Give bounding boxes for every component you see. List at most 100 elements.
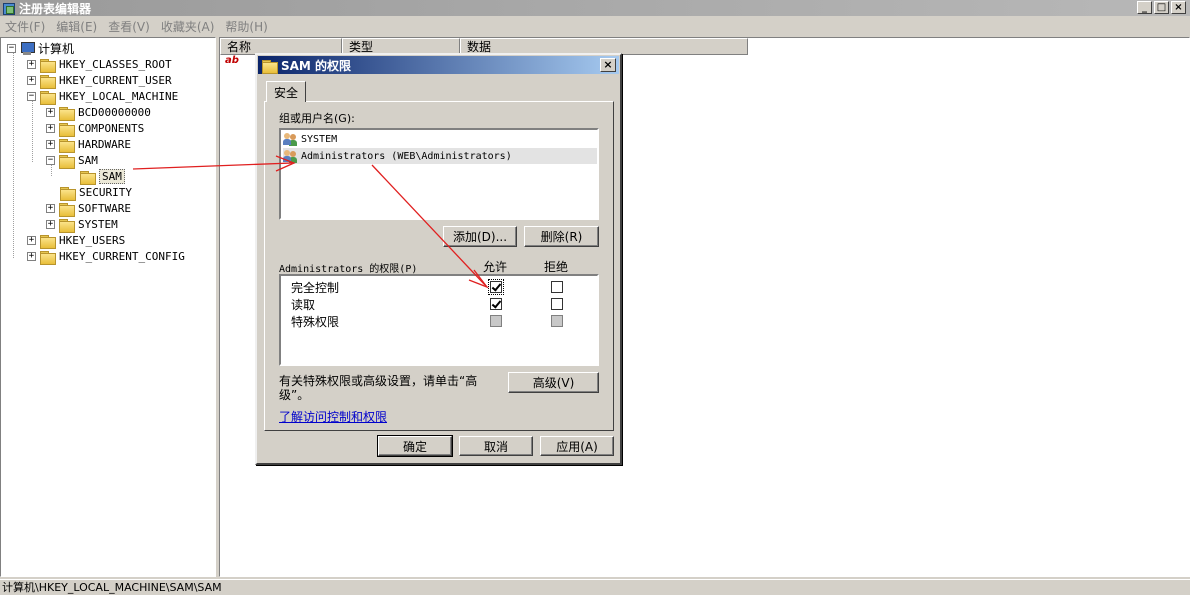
expand-icon[interactable]: +: [46, 219, 55, 229]
dialog-title-bar[interactable]: SAM 的权限 ×: [258, 56, 619, 74]
folder-icon: [59, 186, 76, 201]
folder-icon: [58, 138, 75, 153]
user-group-icon: [283, 149, 299, 163]
status-bar: 计算机\HKEY_LOCAL_MACHINE\SAM\SAM: [0, 579, 1190, 594]
allow-full-control-checkbox[interactable]: [488, 279, 504, 295]
menu-bar: 文件(F) 编辑(E) 查看(V) 收藏夹(A) 帮助(H): [0, 16, 1190, 36]
menu-file[interactable]: 文件(F): [0, 18, 51, 35]
apply-button[interactable]: 应用(A): [540, 436, 614, 456]
tree-item-hku[interactable]: + HKEY_USERS: [27, 232, 126, 249]
folder-icon: [39, 74, 56, 89]
menu-favorites[interactable]: 收藏夹(A): [156, 18, 221, 35]
tree-item-system[interactable]: + SYSTEM: [46, 216, 118, 233]
users-listbox[interactable]: SYSTEM Administrators (WEB\Administrator…: [279, 128, 599, 220]
expand-icon[interactable]: +: [46, 139, 55, 149]
expand-icon[interactable]: +: [27, 59, 36, 69]
close-button[interactable]: ×: [1171, 1, 1186, 14]
tree-item-security[interactable]: SECURITY: [59, 184, 132, 201]
expand-icon[interactable]: +: [27, 75, 36, 85]
tree-item-label: HARDWARE: [78, 137, 131, 151]
security-tab-panel: 组或用户名(G): SYSTEM Administrators (WEB\Adm…: [264, 101, 614, 431]
learn-access-control-link[interactable]: 了解访问控制和权限: [279, 408, 387, 425]
tree-item-hardware[interactable]: + HARDWARE: [46, 136, 131, 153]
string-value-icon[interactable]: ab: [225, 55, 241, 69]
folder-icon: [39, 58, 56, 73]
collapse-icon[interactable]: −: [27, 91, 36, 101]
allow-read-checkbox[interactable]: [490, 298, 502, 310]
ok-button[interactable]: 确定: [377, 435, 453, 457]
tree-item-hklm[interactable]: − HKEY_LOCAL_MACHINE: [27, 88, 179, 105]
registry-tree[interactable]: − 计算机 + HKEY_CLASSES_ROOT + HKEY_CURRENT…: [0, 37, 216, 577]
add-button[interactable]: 添加(D)...: [443, 226, 517, 247]
remove-button[interactable]: 删除(R): [524, 226, 599, 247]
permission-row-special: 特殊权限: [281, 312, 597, 329]
open-folder-icon: [79, 170, 96, 185]
menu-help[interactable]: 帮助(H): [220, 18, 273, 35]
expand-icon[interactable]: +: [27, 235, 36, 245]
computer-icon: [19, 41, 35, 55]
window-title: 注册表编辑器: [19, 1, 92, 16]
permission-name: 读取: [291, 298, 316, 312]
expand-icon[interactable]: +: [46, 123, 55, 133]
permission-row-full-control: 完全控制: [281, 278, 597, 295]
tree-item-hkcr[interactable]: + HKEY_CLASSES_ROOT: [27, 56, 172, 73]
tree-item-label: 计算机: [38, 41, 75, 56]
collapse-icon[interactable]: −: [46, 155, 55, 165]
deny-special-checkbox: [551, 315, 563, 327]
folder-icon: [39, 250, 56, 265]
tree-item-label: HKEY_LOCAL_MACHINE: [59, 89, 179, 103]
permission-name: 完全控制: [291, 281, 340, 295]
tree-item-sam-sam[interactable]: SAM: [79, 168, 125, 185]
dialog-close-button[interactable]: ×: [600, 58, 616, 72]
group-users-label: 组或用户名(G):: [279, 112, 355, 125]
tab-security[interactable]: 安全: [266, 81, 306, 102]
tree-item-label: BCD00000000: [78, 105, 151, 119]
tree-item-label: HKEY_CURRENT_USER: [59, 73, 172, 87]
tree-item-label: SAM: [99, 168, 125, 184]
tree-item-software[interactable]: + SOFTWARE: [46, 200, 131, 217]
tree-item-hkcc[interactable]: + HKEY_CURRENT_CONFIG: [27, 248, 185, 265]
expand-icon[interactable]: +: [46, 203, 55, 213]
tree-item-computer[interactable]: − 计算机: [7, 40, 74, 56]
folder-icon: [58, 202, 75, 217]
allow-header: 允许: [483, 260, 508, 274]
tree-item-label: HKEY_USERS: [59, 233, 126, 247]
user-group-icon: [283, 132, 299, 146]
expand-icon[interactable]: +: [27, 251, 36, 261]
permissions-dialog[interactable]: SAM 的权限 × 安全 组或用户名(G): SYSTEM Administra…: [255, 53, 622, 465]
cancel-button[interactable]: 取消: [459, 436, 533, 456]
advanced-button[interactable]: 高级(V): [508, 372, 599, 393]
tree-item-label: HKEY_CLASSES_ROOT: [59, 57, 172, 71]
window-controls: _ □ ×: [1137, 1, 1186, 14]
folder-icon: [58, 154, 75, 169]
list-item-administrators[interactable]: Administrators (WEB\Administrators): [283, 148, 597, 164]
folder-icon: [58, 106, 75, 121]
deny-full-control-checkbox[interactable]: [551, 281, 563, 293]
deny-read-checkbox[interactable]: [551, 298, 563, 310]
permission-name: 特殊权限: [291, 315, 340, 329]
advanced-hint-line2: 级”。: [279, 388, 310, 402]
dialog-title: SAM 的权限: [281, 58, 352, 73]
user-name: SYSTEM: [301, 133, 338, 145]
maximize-button[interactable]: □: [1154, 1, 1169, 14]
tree-item-label: SOFTWARE: [78, 201, 131, 215]
tree-connector: [32, 100, 33, 162]
minimize-button[interactable]: _: [1137, 1, 1152, 14]
folder-icon: [261, 59, 278, 74]
window-title-bar[interactable]: 注册表编辑器 _ □ ×: [0, 0, 1190, 16]
tree-item-sam[interactable]: − SAM: [46, 152, 98, 169]
menu-view[interactable]: 查看(V): [103, 18, 156, 35]
tree-item-hkcu[interactable]: + HKEY_CURRENT_USER: [27, 72, 172, 89]
folder-icon: [39, 234, 56, 249]
folder-icon: [58, 218, 75, 233]
allow-special-checkbox: [490, 315, 502, 327]
menu-edit[interactable]: 编辑(E): [51, 18, 103, 35]
tree-item-label: SAM: [78, 153, 98, 167]
expand-icon[interactable]: +: [46, 107, 55, 117]
list-item-system[interactable]: SYSTEM: [283, 131, 337, 147]
registry-editor-icon: [2, 1, 16, 15]
tree-item-components[interactable]: + COMPONENTS: [46, 120, 144, 137]
collapse-icon[interactable]: −: [7, 43, 16, 53]
tree-item-bcd[interactable]: + BCD00000000: [46, 104, 151, 121]
folder-icon: [58, 122, 75, 137]
